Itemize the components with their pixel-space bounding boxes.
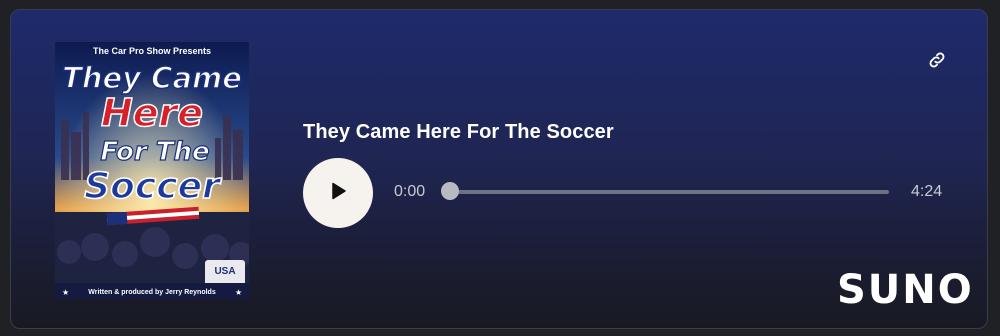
progress-thumb[interactable] bbox=[441, 182, 459, 200]
cover-title-line4: Soccer bbox=[84, 166, 222, 207]
play-button[interactable] bbox=[303, 158, 373, 228]
jersey-text: USA bbox=[214, 266, 235, 277]
suno-logo: SUNO bbox=[837, 267, 974, 313]
audio-player-card: USA The Car Pro Show Presents They Came … bbox=[10, 9, 988, 329]
album-cover: USA The Car Pro Show Presents They Came … bbox=[55, 42, 249, 299]
copy-link-button[interactable] bbox=[925, 50, 949, 74]
track-duration: 4:24 bbox=[911, 183, 943, 200]
cover-credit: Written & produced by Jerry Reynolds bbox=[88, 289, 216, 296]
current-time: 0:00 bbox=[394, 183, 426, 200]
progress-bar[interactable] bbox=[451, 190, 889, 194]
cover-presenter: The Car Pro Show Presents bbox=[93, 46, 211, 56]
cover-title-line2: Here bbox=[101, 91, 203, 135]
cover-title-line1: They Came bbox=[62, 61, 242, 95]
star-icon: ★ bbox=[62, 288, 69, 297]
star-icon: ★ bbox=[235, 288, 242, 297]
cover-title-line3: For The bbox=[100, 137, 209, 167]
track-title: They Came Here For The Soccer bbox=[303, 121, 614, 143]
play-icon bbox=[328, 181, 348, 206]
link-icon bbox=[927, 50, 947, 75]
